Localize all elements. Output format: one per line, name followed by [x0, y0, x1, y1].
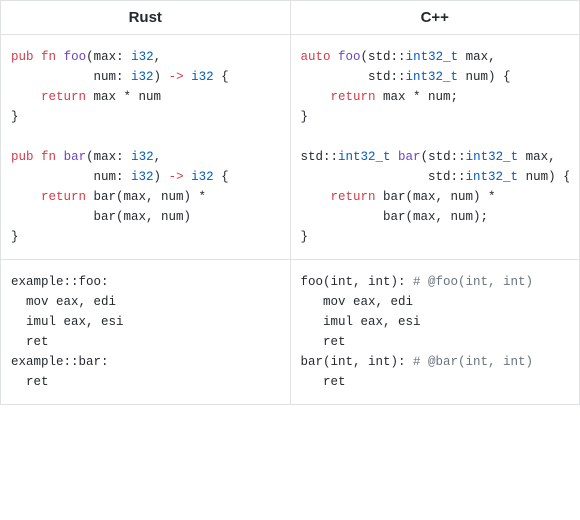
cpp-source-cell: auto foo(std::int32_t max, std::int32_t … — [290, 35, 580, 260]
rust-source-code: pub fn foo(max: i32, num: i32) -> i32 { … — [11, 47, 280, 247]
cpp-asm-code: foo(int, int): # @foo(int, int) mov eax,… — [301, 272, 570, 392]
assembly-row: example::foo: mov eax, edi imul eax, esi… — [1, 260, 580, 405]
rust-source-cell: pub fn foo(max: i32, num: i32) -> i32 { … — [1, 35, 291, 260]
code-comparison-table: Rust C++ pub fn foo(max: i32, num: i32) … — [0, 0, 580, 405]
source-row: pub fn foo(max: i32, num: i32) -> i32 { … — [1, 35, 580, 260]
cpp-asm-cell: foo(int, int): # @foo(int, int) mov eax,… — [290, 260, 580, 405]
cpp-source-code: auto foo(std::int32_t max, std::int32_t … — [301, 47, 570, 247]
rust-asm-cell: example::foo: mov eax, edi imul eax, esi… — [1, 260, 291, 405]
rust-asm-code: example::foo: mov eax, edi imul eax, esi… — [11, 272, 280, 392]
column-header-cpp: C++ — [290, 1, 580, 35]
column-header-rust: Rust — [1, 1, 291, 35]
